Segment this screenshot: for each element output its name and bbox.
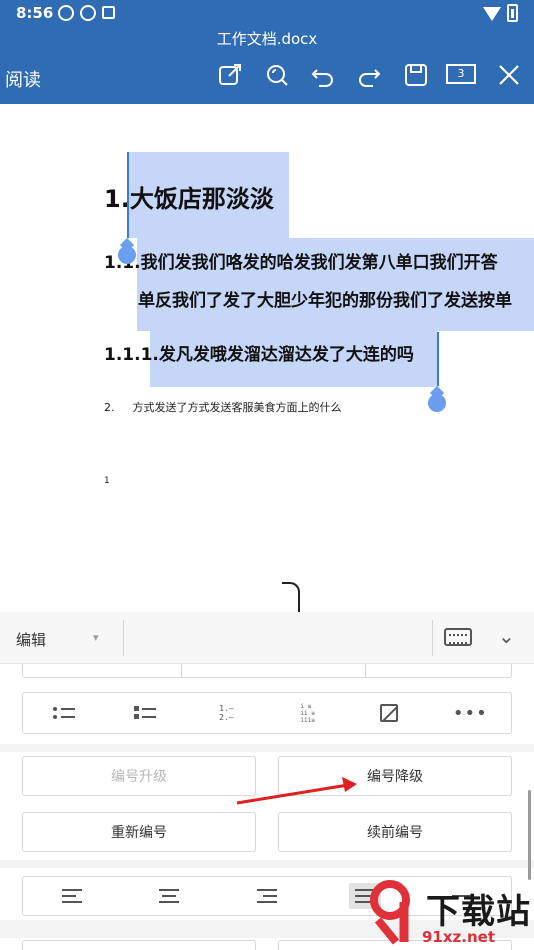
align-center-button[interactable]	[121, 877, 219, 915]
align-left-button[interactable]	[23, 877, 121, 915]
heading-1: 1.大饭店那淡淡	[104, 185, 274, 213]
continue-numbering-button[interactable]: 续前编号	[278, 812, 512, 852]
align-right-button[interactable]	[218, 877, 316, 915]
battery-icon	[507, 4, 518, 22]
align-left-icon	[61, 889, 82, 903]
save-icon[interactable]	[403, 62, 429, 88]
demote-numbering-button[interactable]: 编号降级	[278, 756, 512, 796]
edit-icon[interactable]	[217, 62, 243, 88]
keyboard-icon[interactable]	[444, 628, 472, 646]
selection-start-handle[interactable]	[118, 246, 136, 264]
heading-2-line: 单反我们了发了大胆少年犯的那份我们了发送按单	[138, 291, 512, 311]
align-center-icon	[159, 889, 180, 903]
multilevel-list-icon: i ≡ ii ≡ iii≡	[300, 702, 315, 724]
square-bullet-list-button[interactable]	[104, 693, 185, 733]
align-right-icon	[256, 889, 277, 903]
wifi-icon	[483, 7, 501, 21]
close-icon[interactable]	[496, 62, 522, 88]
page-count-button[interactable]: 3	[446, 64, 476, 84]
status-notification-icons	[58, 5, 115, 21]
divider	[181, 664, 182, 677]
numbered-list-icon: 1.— 2.—	[219, 704, 234, 722]
promote-numbering-button[interactable]: 编号升级	[22, 756, 256, 796]
heading-2-line: 1.1.我们发我们咯发的哈发我们发第八单口我们开答	[104, 253, 498, 273]
redo-icon[interactable]	[356, 62, 382, 88]
document-title: 工作文档.docx	[216, 30, 318, 48]
bullet-list-button[interactable]	[23, 693, 104, 733]
watermark-url: 91xz.net	[422, 928, 496, 946]
more-icon: •••	[452, 702, 488, 724]
divider	[365, 664, 366, 677]
section-gap	[0, 744, 534, 752]
chevron-down-icon[interactable]: ⌄	[498, 624, 515, 648]
watermark-text: 下载站	[426, 892, 531, 932]
divider	[432, 620, 433, 656]
search-icon[interactable]	[264, 62, 290, 88]
partial-button[interactable]	[22, 940, 256, 950]
panel-scrollbar[interactable]	[528, 790, 531, 880]
page-curl-marker	[282, 582, 300, 612]
watermark-logo-icon	[370, 880, 410, 945]
no-list-button[interactable]	[348, 693, 429, 733]
selection-start-cursor	[127, 152, 129, 238]
section-gap	[0, 860, 534, 868]
notification-icon	[58, 5, 74, 21]
document-canvas[interactable]: 1.大饭店那淡淡 1.1.我们发我们咯发的哈发我们发第八单口我们开答 单反我们了…	[0, 104, 534, 612]
panel-header: 编辑 ▾ ⌄	[0, 612, 534, 664]
undo-icon[interactable]	[310, 62, 336, 88]
page-marker: 1	[104, 476, 110, 486]
list-item-text: 方式发送了方式发送客服美食方面上的什么	[132, 401, 342, 414]
partial-button-row	[22, 664, 512, 678]
list-style-row: 1.— 2.— i ≡ ii ≡ iii≡ •••	[22, 692, 512, 734]
chevron-down-icon[interactable]: ▾	[93, 631, 99, 644]
numbered-list-button[interactable]: 1.— 2.—	[186, 693, 267, 733]
status-time: 8:56	[16, 4, 54, 22]
status-system-icons	[483, 4, 518, 22]
notification-icon	[102, 6, 115, 19]
no-list-icon	[379, 704, 398, 722]
list-item-number: 2.	[104, 401, 115, 414]
divider	[123, 620, 124, 656]
list-item: 2. 方式发送了方式发送客服美食方面上的什么	[104, 399, 342, 415]
title-bar: 8:56 工作文档.docx 阅读 3	[0, 0, 534, 104]
watermark: 下载站 91xz.net	[360, 878, 534, 950]
mode-dropdown[interactable]: 编辑	[16, 629, 46, 650]
read-mode-button[interactable]: 阅读	[5, 66, 41, 92]
restart-numbering-button[interactable]: 重新编号	[22, 812, 256, 852]
more-list-button[interactable]: •••	[430, 693, 511, 733]
bullet-list-icon	[52, 706, 75, 720]
selection-end-cursor	[437, 332, 439, 386]
heading-3: 1.1.1.发凡发哦发溜达溜达发了大连的吗	[104, 345, 414, 365]
square-bullet-list-icon	[133, 706, 156, 720]
notification-icon	[80, 5, 96, 21]
selection-end-handle[interactable]	[428, 394, 446, 412]
multilevel-list-button[interactable]: i ≡ ii ≡ iii≡	[267, 693, 348, 733]
